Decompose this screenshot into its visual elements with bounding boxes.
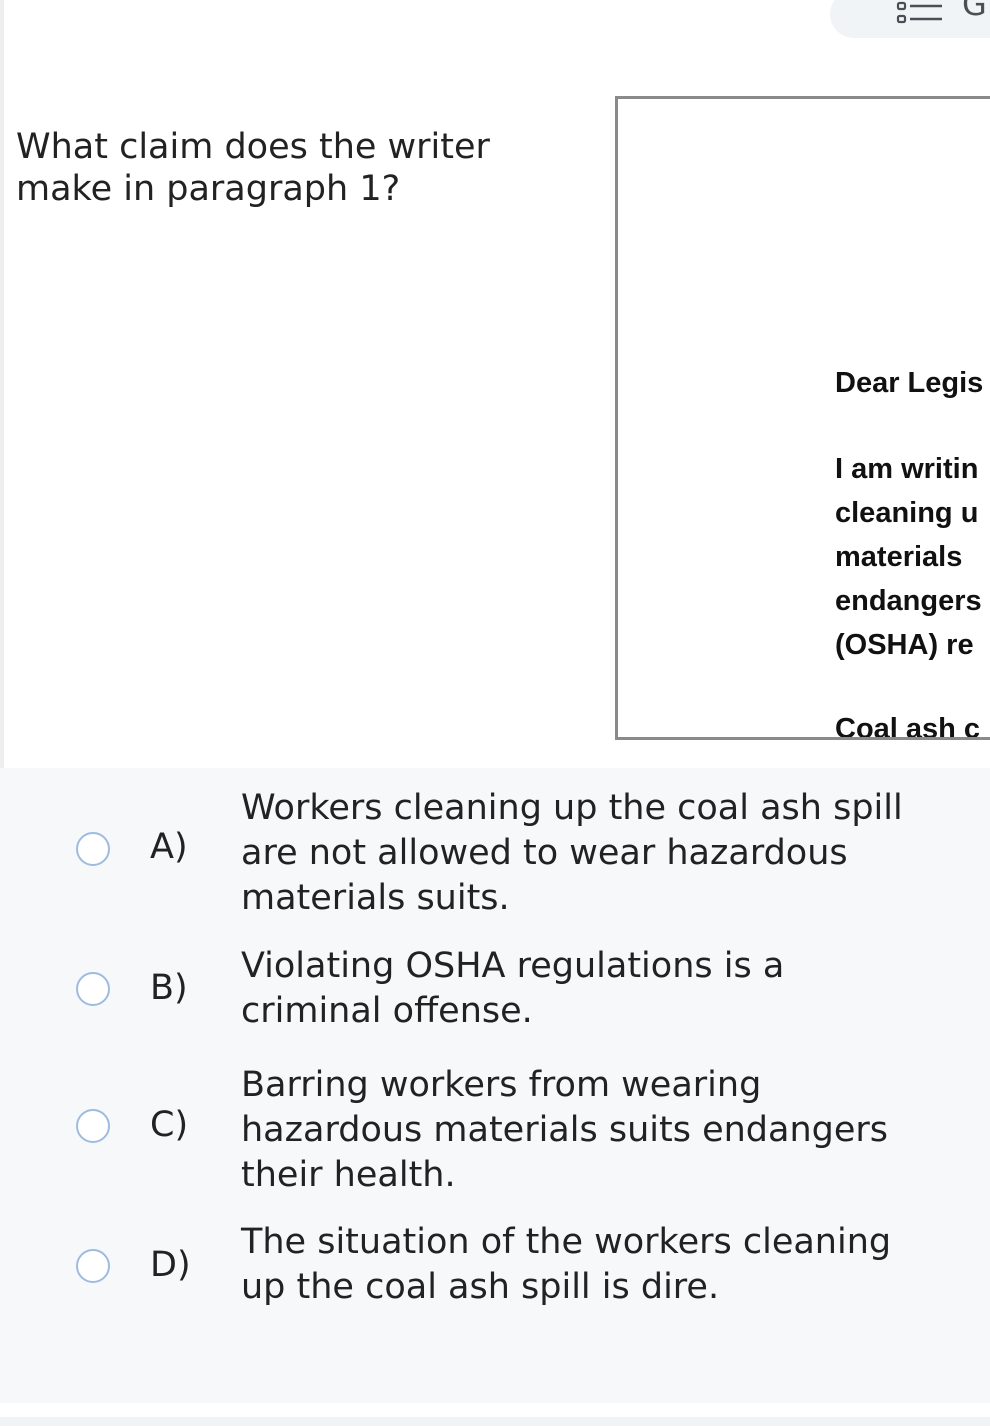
option-line: Barring workers from wearing <box>241 1065 762 1105</box>
option-line: Violating OSHA regulations is a <box>241 946 785 986</box>
passage-paragraph-2: Coal ash c <box>835 713 981 740</box>
option-letter-a: A) <box>150 827 188 867</box>
option-line: up the coal ash spill is dire. <box>241 1267 720 1307</box>
list-icon[interactable] <box>896 0 946 28</box>
passage-line: I am writin <box>835 453 979 485</box>
option-line: Workers cleaning up the coal ash spill <box>241 788 903 828</box>
option-text-c: Barring workers from wearing hazardous m… <box>241 1063 941 1198</box>
option-line: The situation of the workers cleaning <box>241 1222 892 1262</box>
question-line-1: What claim does the writer <box>16 127 490 167</box>
bottom-spacer <box>0 1403 990 1417</box>
option-line: criminal offense. <box>241 991 533 1031</box>
option-text-d: The situation of the workers cleaning up… <box>241 1220 941 1310</box>
radio-button-a[interactable] <box>76 832 110 866</box>
option-line: materials suits. <box>241 878 510 918</box>
passage-panel[interactable]: Dear Legis I am writin cleaning u materi… <box>615 96 990 740</box>
option-line: their health. <box>241 1155 456 1195</box>
left-divider <box>0 0 4 768</box>
question-prompt: What claim does the writer make in parag… <box>16 126 536 210</box>
passage-line: materials <box>835 541 963 573</box>
bottom-footer-edge <box>0 1417 990 1426</box>
passage-line: cleaning u <box>835 497 979 529</box>
passage-line: endangers <box>835 585 982 617</box>
option-letter-d: D) <box>150 1245 191 1285</box>
option-text-b: Violating OSHA regulations is a criminal… <box>241 944 941 1034</box>
passage-paragraph-1: I am writin cleaning u materials endange… <box>835 447 982 667</box>
option-text-a: Workers cleaning up the coal ash spill a… <box>241 786 941 921</box>
passage-salutation: Dear Legis <box>835 367 984 399</box>
question-line-2: make in paragraph 1? <box>16 169 401 209</box>
option-letter-b: B) <box>150 968 188 1008</box>
option-letter-c: C) <box>150 1105 189 1145</box>
passage-line: (OSHA) re <box>835 629 974 661</box>
toolbar-truncated-label[interactable]: G <box>962 0 987 20</box>
radio-button-c[interactable] <box>76 1109 110 1143</box>
radio-button-b[interactable] <box>76 972 110 1006</box>
answer-choices: A) Workers cleaning up the coal ash spil… <box>0 768 990 1403</box>
radio-button-d[interactable] <box>76 1249 110 1283</box>
option-line: are not allowed to wear hazardous <box>241 833 848 873</box>
option-line: hazardous materials suits endangers <box>241 1110 889 1150</box>
